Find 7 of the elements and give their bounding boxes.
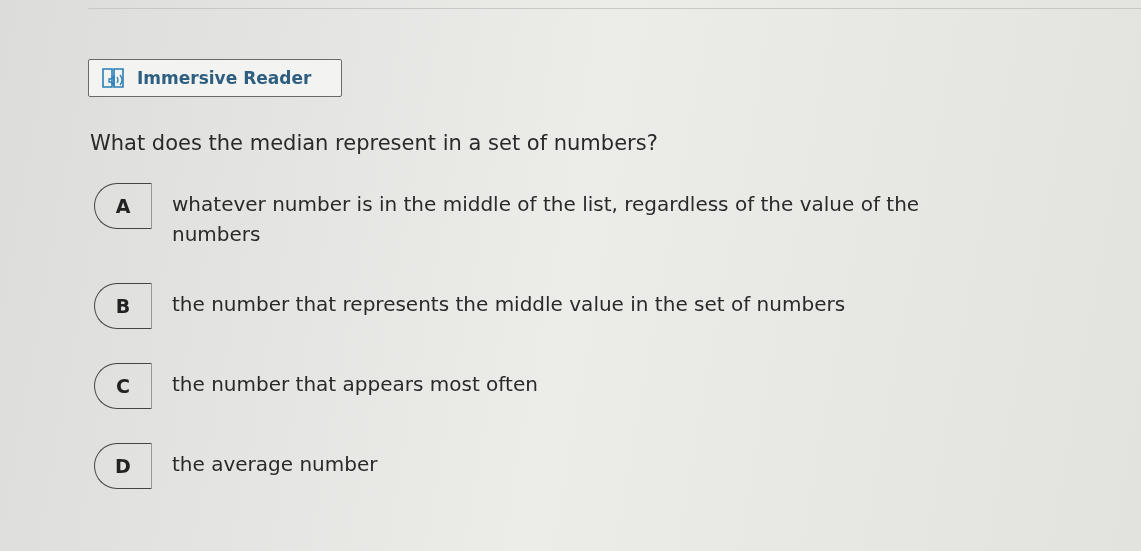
option-text: whatever number is in the middle of the list, regardless of the value of the numbers: [172, 191, 921, 248]
option-text: the number that represents the middle value in the set of numbers: [172, 291, 846, 318]
option-text: the number that appears most often: [172, 371, 538, 398]
book-speaker-icon: [101, 66, 127, 90]
question-text: What does the median represent in a set of numbers?: [90, 131, 659, 155]
immersive-reader-button[interactable]: Immersive Reader: [88, 59, 342, 97]
option-text: the average number: [172, 451, 378, 478]
